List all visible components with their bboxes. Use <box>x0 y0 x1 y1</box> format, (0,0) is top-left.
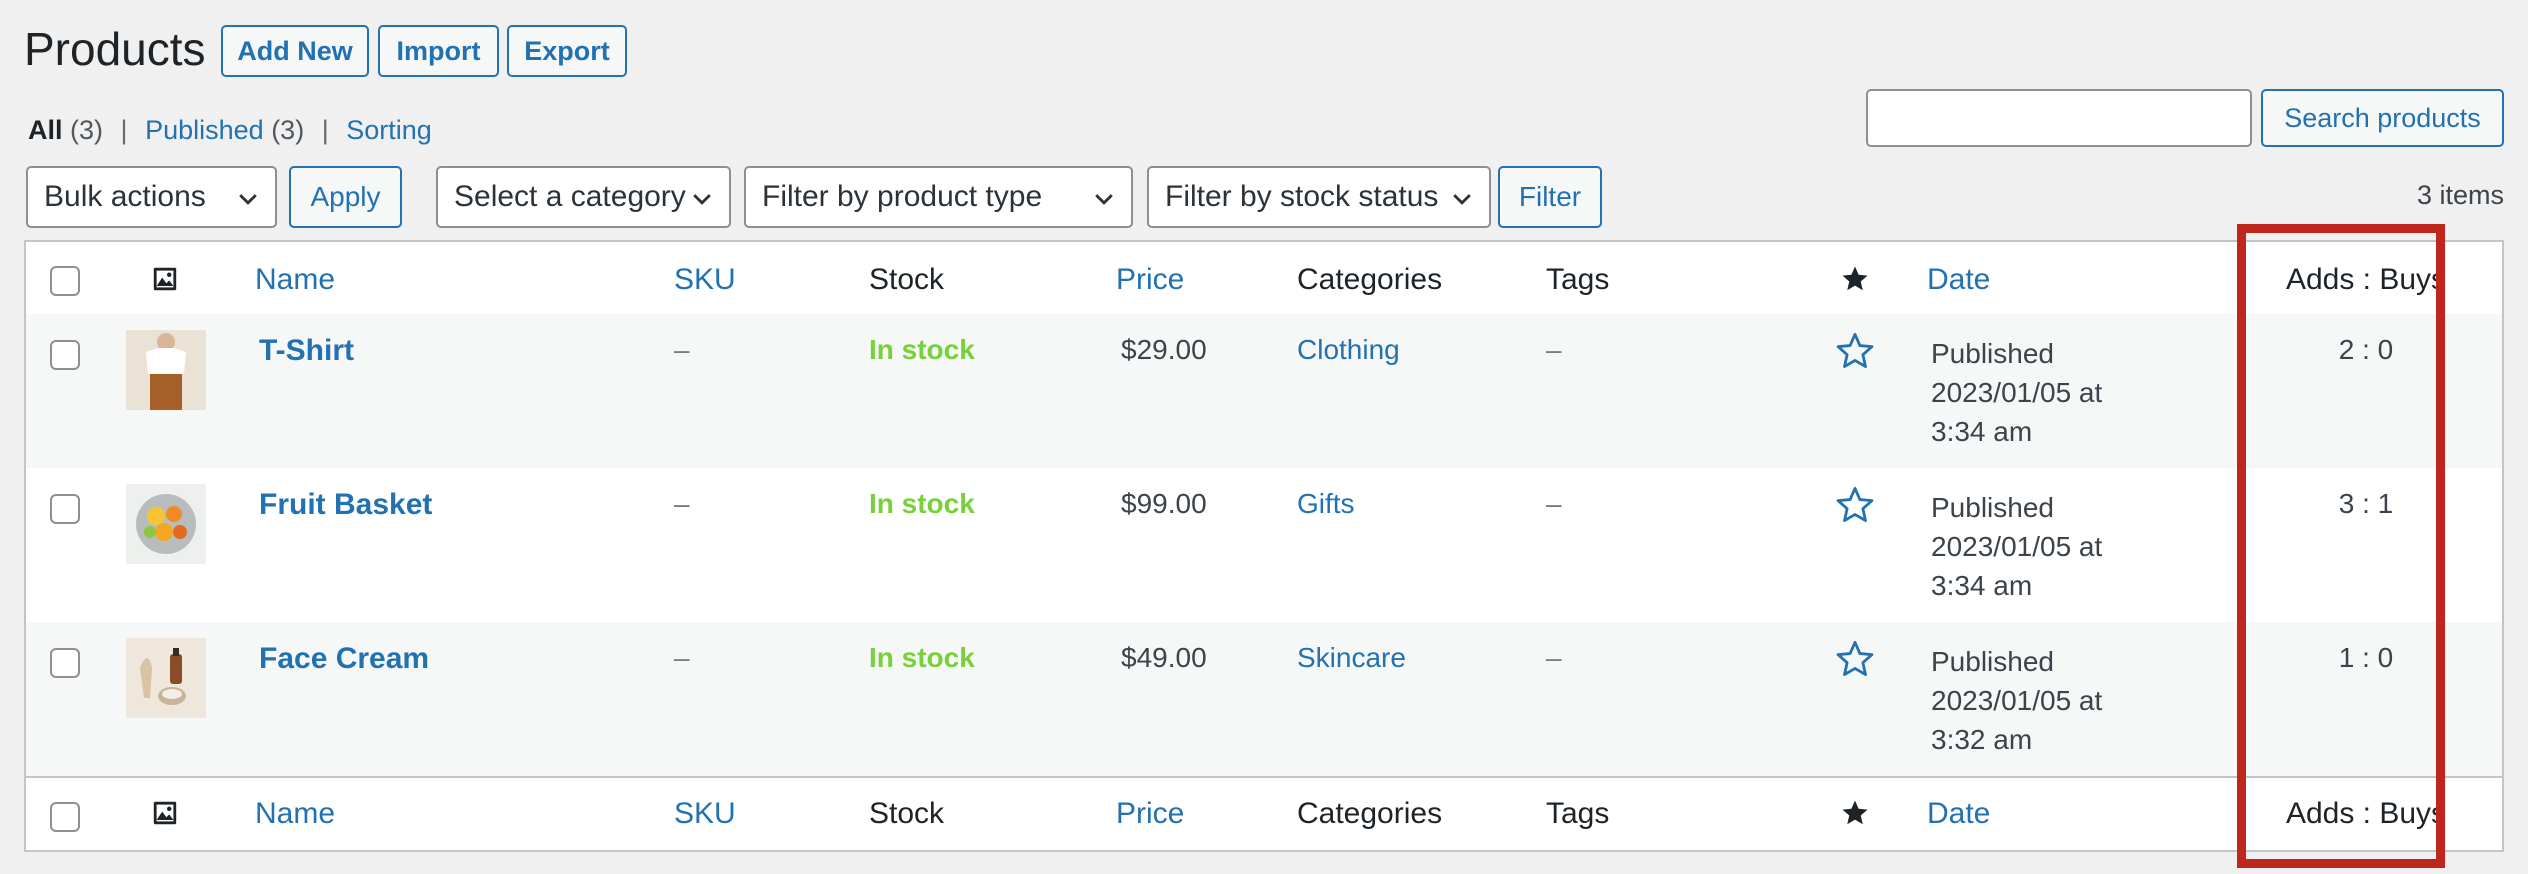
stock-status-select[interactable]: Filter by stock status <box>1147 166 1491 228</box>
stock-status-select-value: Filter by stock status <box>1165 180 1439 213</box>
page-title: Products <box>24 23 206 75</box>
view-published-count: (3) <box>271 115 305 145</box>
product-price: $29.00 <box>1121 334 1207 365</box>
search-products-button[interactable]: Search products <box>2261 89 2504 147</box>
image-icon <box>153 801 177 825</box>
product-name-link[interactable]: T-Shirt <box>259 334 354 368</box>
table-row: T-Shirt – In stock $29.00 Clothing – Pub… <box>26 314 2502 468</box>
date-status: Published <box>1931 338 2054 369</box>
date-time: 3:34 am <box>1931 570 2033 601</box>
product-type-select-value: Filter by product type <box>762 180 1043 213</box>
date-day: 2023/01/05 at <box>1931 685 2103 716</box>
column-name-header[interactable]: Name <box>255 797 335 831</box>
column-categories-header: Categories <box>1297 263 1443 296</box>
column-date-header[interactable]: Date <box>1927 263 1990 297</box>
product-stock-status: In stock <box>869 334 975 365</box>
view-all-count: (3) <box>70 115 104 145</box>
import-button[interactable]: Import <box>378 25 499 77</box>
table-row: Face Cream – In stock $49.00 Skincare – … <box>26 622 2502 778</box>
table-row: Fruit Basket – In stock $99.00 Gifts – P… <box>26 468 2502 622</box>
product-category-link[interactable]: Gifts <box>1297 488 1355 520</box>
product-sku: – <box>674 642 690 673</box>
table-footer: Name SKU Stock Price Categories Tags Dat… <box>26 778 2502 850</box>
search-input[interactable] <box>1866 89 2252 147</box>
view-filters: All (3) | Published (3) | Sorting <box>28 115 432 146</box>
apply-button[interactable]: Apply <box>289 166 402 228</box>
product-date: Published 2023/01/05 at 3:34 am <box>1931 488 2102 605</box>
bulk-actions-select[interactable]: Bulk actions <box>26 166 277 228</box>
product-thumbnail-fruit-basket[interactable] <box>126 484 206 564</box>
category-select[interactable]: Select a category <box>436 166 731 228</box>
view-all-link[interactable]: All <box>28 115 63 145</box>
filter-button[interactable]: Filter <box>1498 166 1602 228</box>
product-type-select[interactable]: Filter by product type <box>744 166 1133 228</box>
chevron-down-icon <box>1095 194 1113 205</box>
product-sku: – <box>674 334 690 365</box>
products-table: Name SKU Stock Price Categories Tags Dat… <box>24 240 2504 852</box>
product-stock-status: In stock <box>869 488 975 519</box>
column-categories-header: Categories <box>1297 797 1443 830</box>
product-tags: – <box>1546 642 1562 673</box>
select-all-checkbox[interactable] <box>50 266 80 296</box>
product-sku: – <box>674 488 690 519</box>
column-tags-header: Tags <box>1546 797 1610 830</box>
column-date-header[interactable]: Date <box>1927 797 1990 831</box>
star-outline-icon[interactable] <box>1834 484 1876 526</box>
view-published-link[interactable]: Published <box>145 115 264 145</box>
chevron-down-icon <box>1453 194 1471 205</box>
column-price-header[interactable]: Price <box>1116 797 1184 831</box>
product-date: Published 2023/01/05 at 3:34 am <box>1931 334 2102 451</box>
date-day: 2023/01/05 at <box>1931 377 2103 408</box>
product-stock-status: In stock <box>869 642 975 673</box>
date-time: 3:34 am <box>1931 416 2033 447</box>
column-price-header[interactable]: Price <box>1116 263 1184 297</box>
select-all-checkbox[interactable] <box>50 802 80 832</box>
row-checkbox[interactable] <box>50 494 80 524</box>
product-name-link[interactable]: Face Cream <box>259 642 429 676</box>
product-thumbnail-face-cream[interactable] <box>126 638 206 718</box>
row-checkbox[interactable] <box>50 648 80 678</box>
product-tags: – <box>1546 488 1562 519</box>
featured-star-icon[interactable] <box>1840 798 1870 828</box>
category-select-value: Select a category <box>454 180 686 213</box>
star-outline-icon[interactable] <box>1834 638 1876 680</box>
product-price: $49.00 <box>1121 642 1207 673</box>
date-status: Published <box>1931 492 2054 523</box>
adds-buys-highlight-box <box>2237 224 2445 868</box>
image-icon <box>153 267 177 291</box>
view-separator: | <box>321 115 329 145</box>
chevron-down-icon <box>239 194 257 205</box>
date-status: Published <box>1931 646 2054 677</box>
tshirt-image <box>126 330 206 410</box>
column-tags-header: Tags <box>1546 263 1610 296</box>
table-header: Name SKU Stock Price Categories Tags Dat… <box>26 242 2502 316</box>
product-name-link[interactable]: Fruit Basket <box>259 488 432 522</box>
column-stock-header: Stock <box>869 797 945 830</box>
chevron-down-icon <box>693 194 711 205</box>
product-category-link[interactable]: Clothing <box>1297 334 1400 366</box>
face-cream-image <box>126 638 206 718</box>
product-category-link[interactable]: Skincare <box>1297 642 1406 674</box>
export-button[interactable]: Export <box>507 25 627 77</box>
column-name-header[interactable]: Name <box>255 263 335 297</box>
column-sku-header[interactable]: SKU <box>674 797 736 831</box>
column-sku-header[interactable]: SKU <box>674 263 736 297</box>
star-outline-icon[interactable] <box>1834 330 1876 372</box>
product-date: Published 2023/01/05 at 3:32 am <box>1931 642 2102 759</box>
featured-star-icon[interactable] <box>1840 264 1870 294</box>
product-tags: – <box>1546 334 1562 365</box>
product-price: $99.00 <box>1121 488 1207 519</box>
column-stock-header: Stock <box>869 263 945 296</box>
fruit-basket-image <box>126 484 206 564</box>
date-time: 3:32 am <box>1931 724 2033 755</box>
date-day: 2023/01/05 at <box>1931 531 2103 562</box>
view-separator: | <box>120 115 128 145</box>
bulk-actions-value: Bulk actions <box>44 180 206 213</box>
product-thumbnail-tshirt[interactable] <box>126 330 206 410</box>
row-checkbox[interactable] <box>50 340 80 370</box>
add-new-button[interactable]: Add New <box>221 25 369 77</box>
items-count: 3 items <box>2416 180 2504 210</box>
view-sorting-link[interactable]: Sorting <box>346 115 432 145</box>
